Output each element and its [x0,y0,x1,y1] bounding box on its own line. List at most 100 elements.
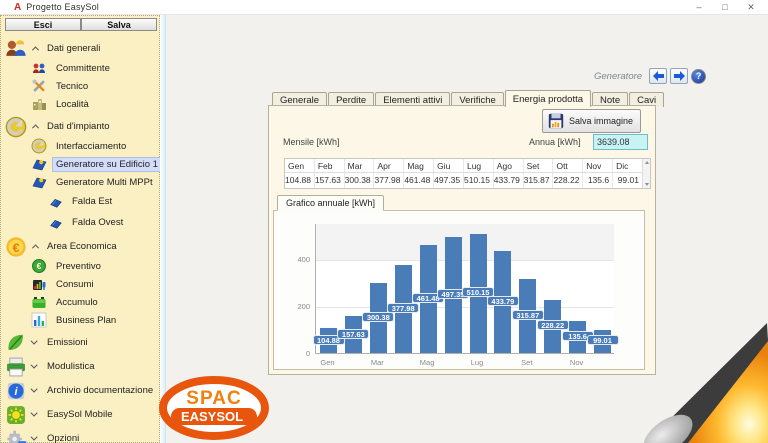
month-header-dic: Dic [613,159,643,172]
sidebar-item-label: Falda Est [69,195,115,208]
spac-easysol-logo: SPAC EASYSOL ® [158,375,270,441]
maximize-button[interactable]: □ [718,0,732,15]
collapse-chevron-icon[interactable] [32,46,39,53]
sidebar-item-dati-d-impianto[interactable]: Dati d'impianto [3,116,159,137]
sidebar-item-easysol-mobile[interactable]: EasySol Mobile [3,404,159,425]
scroll-up-icon[interactable] [645,161,649,164]
euro-coin-icon: € [5,236,27,258]
month-value-cell: 157.63 [315,173,345,188]
annua-value-field[interactable]: 3639.08 [593,134,648,150]
sidebar-item-generatore-multi-mppt[interactable]: Generatore Multi MPPt [3,173,159,191]
sidebar-item-label: Generatore su Edificio 1 [53,158,161,171]
sidebar-item-opzioni[interactable]: Opzioni [3,428,159,443]
minimize-button[interactable]: – [692,0,706,15]
next-generator-button[interactable] [670,68,688,84]
bar-value-label: 433.79 [487,296,519,306]
month-header-ago: Ago [494,159,524,172]
sidebar-item-emissioni[interactable]: Emissioni [3,332,159,353]
expand-chevron-icon[interactable] [31,386,38,393]
sidebar-item-interfacciamento[interactable]: Interfacciamento [3,137,159,155]
x-tick-label-gen: Gen [314,358,342,367]
chart-upper-band [316,224,614,260]
month-value-cell: 461.48 [404,173,434,188]
logo-line1: SPAC [186,388,241,409]
sidebar-item-dati-generali[interactable]: Dati generali [3,38,159,59]
expand-chevron-icon[interactable] [31,362,38,369]
month-header-mag: Mag [404,159,434,172]
navigation-tree: Dati generali Committente Tecnico Località D… [3,35,159,443]
sidebar-item-business-plan[interactable]: Business Plan [3,311,159,329]
app-window: A Progetto EasySol – □ ✕ EsciSalva Dati … [0,0,768,443]
roof-pitch-icon [49,216,63,230]
sidebar-item-label: Falda Ovest [69,216,126,229]
month-header-apr: Apr [374,159,404,172]
table-scrollbar[interactable] [642,159,650,188]
sidebar-item-tecnico[interactable]: Tecnico [3,77,159,95]
sidebar-item-label: Dati d'impianto [44,120,113,133]
people-icon [5,38,27,60]
sidebar-item-label: Dati generali [44,42,103,55]
collapse-chevron-icon[interactable] [32,244,39,251]
annual-bar-chart: 104.88157.63300.38377.98461.48497.35510.… [315,224,614,354]
month-header-mar: Mar [345,159,375,172]
pv-generator-icon [31,156,47,172]
bar-value-label: 300.38 [362,312,394,322]
roof-pitch-icon [49,195,63,209]
month-value-cell: 497.35 [434,173,464,188]
sidebar-item-label: Committente [53,62,113,75]
expand-chevron-icon[interactable] [31,338,38,345]
bar-value-label: 99.01 [587,335,619,345]
sidebar-item-committente[interactable]: Committente [3,59,159,77]
sidebar-item-label: Preventivo [53,260,104,273]
clients-icon [31,60,47,76]
svg-text:€: € [13,240,20,254]
plant-data-icon [5,116,27,138]
expand-chevron-icon[interactable] [31,434,38,441]
month-header-ott: Ott [553,159,583,172]
month-header-giu: Giu [434,159,464,172]
sidebar-item-localit[interactable]: Località [3,95,159,113]
collapse-chevron-icon[interactable] [32,124,39,131]
save-image-button[interactable]: Salva immagine [542,109,641,133]
expand-chevron-icon[interactable] [31,410,38,417]
sidebar-item-modulistica[interactable]: Modulistica [3,356,159,377]
app-icon: A [14,0,21,15]
mensile-label: Mensile [kWh] [283,137,340,147]
save-image-label: Salva immagine [569,116,633,126]
x-tick-label-lug: Lug [463,358,491,367]
salva-button[interactable]: Salva [81,18,157,31]
month-header-lug: Lug [464,159,494,172]
sidebar-item-consumi[interactable]: Consumi [3,275,159,293]
energia-prodotta-panel: Salva immagine Mensile [kWh] Annua [kWh]… [268,105,656,375]
sidebar-item-label: Tecnico [53,80,91,93]
close-button[interactable]: ✕ [744,0,758,15]
generator-nav-label: Generatore [594,71,642,82]
month-value-cell: 135.6 [583,173,613,188]
help-button[interactable]: ? [691,69,706,84]
consumption-battery-icon [31,276,47,292]
logo-reg-mark: ® [256,410,260,417]
chart-page: 104.88157.63300.38377.98461.48497.35510.… [273,210,645,370]
sidebar-item-label: Accumulo [53,296,101,309]
esci-button[interactable]: Esci [5,18,81,31]
scroll-down-icon[interactable] [645,183,649,186]
chart-gridline [316,260,614,261]
sidebar-item-preventivo[interactable]: €Preventivo [3,257,159,275]
month-header-set: Set [524,159,554,172]
sidebar-item-label: EasySol Mobile [44,408,115,421]
sidebar-item-archivio-documentazione[interactable]: iArchivio documentazione [3,380,159,401]
x-tick-label-mar: Mar [363,358,391,367]
sidebar-buttons: EsciSalva [5,18,157,31]
previous-generator-button[interactable] [649,68,667,84]
sidebar-item-falda-est[interactable]: Falda Est [3,191,159,212]
sidebar-item-accumulo[interactable]: Accumulo [3,293,159,311]
sidebar-item-generatore-su-edificio-1[interactable]: Generatore su Edificio 1 [3,155,159,173]
tab-energia-prodotta[interactable]: Energia prodotta [505,90,591,107]
tab-grafico-annuale[interactable]: Grafico annuale [kWh] [277,195,384,211]
annua-label: Annua [kWh] [529,137,581,147]
sidebar-item-falda-ovest[interactable]: Falda Ovest [3,212,159,233]
sidebar-item-area-economica[interactable]: €Area Economica [3,236,159,257]
monthly-table-header: GenFebMarAprMagGiuLugAgoSetOttNovDic [285,159,650,173]
y-tick-label: 0 [282,349,310,358]
pv-generator-icon [31,174,47,190]
